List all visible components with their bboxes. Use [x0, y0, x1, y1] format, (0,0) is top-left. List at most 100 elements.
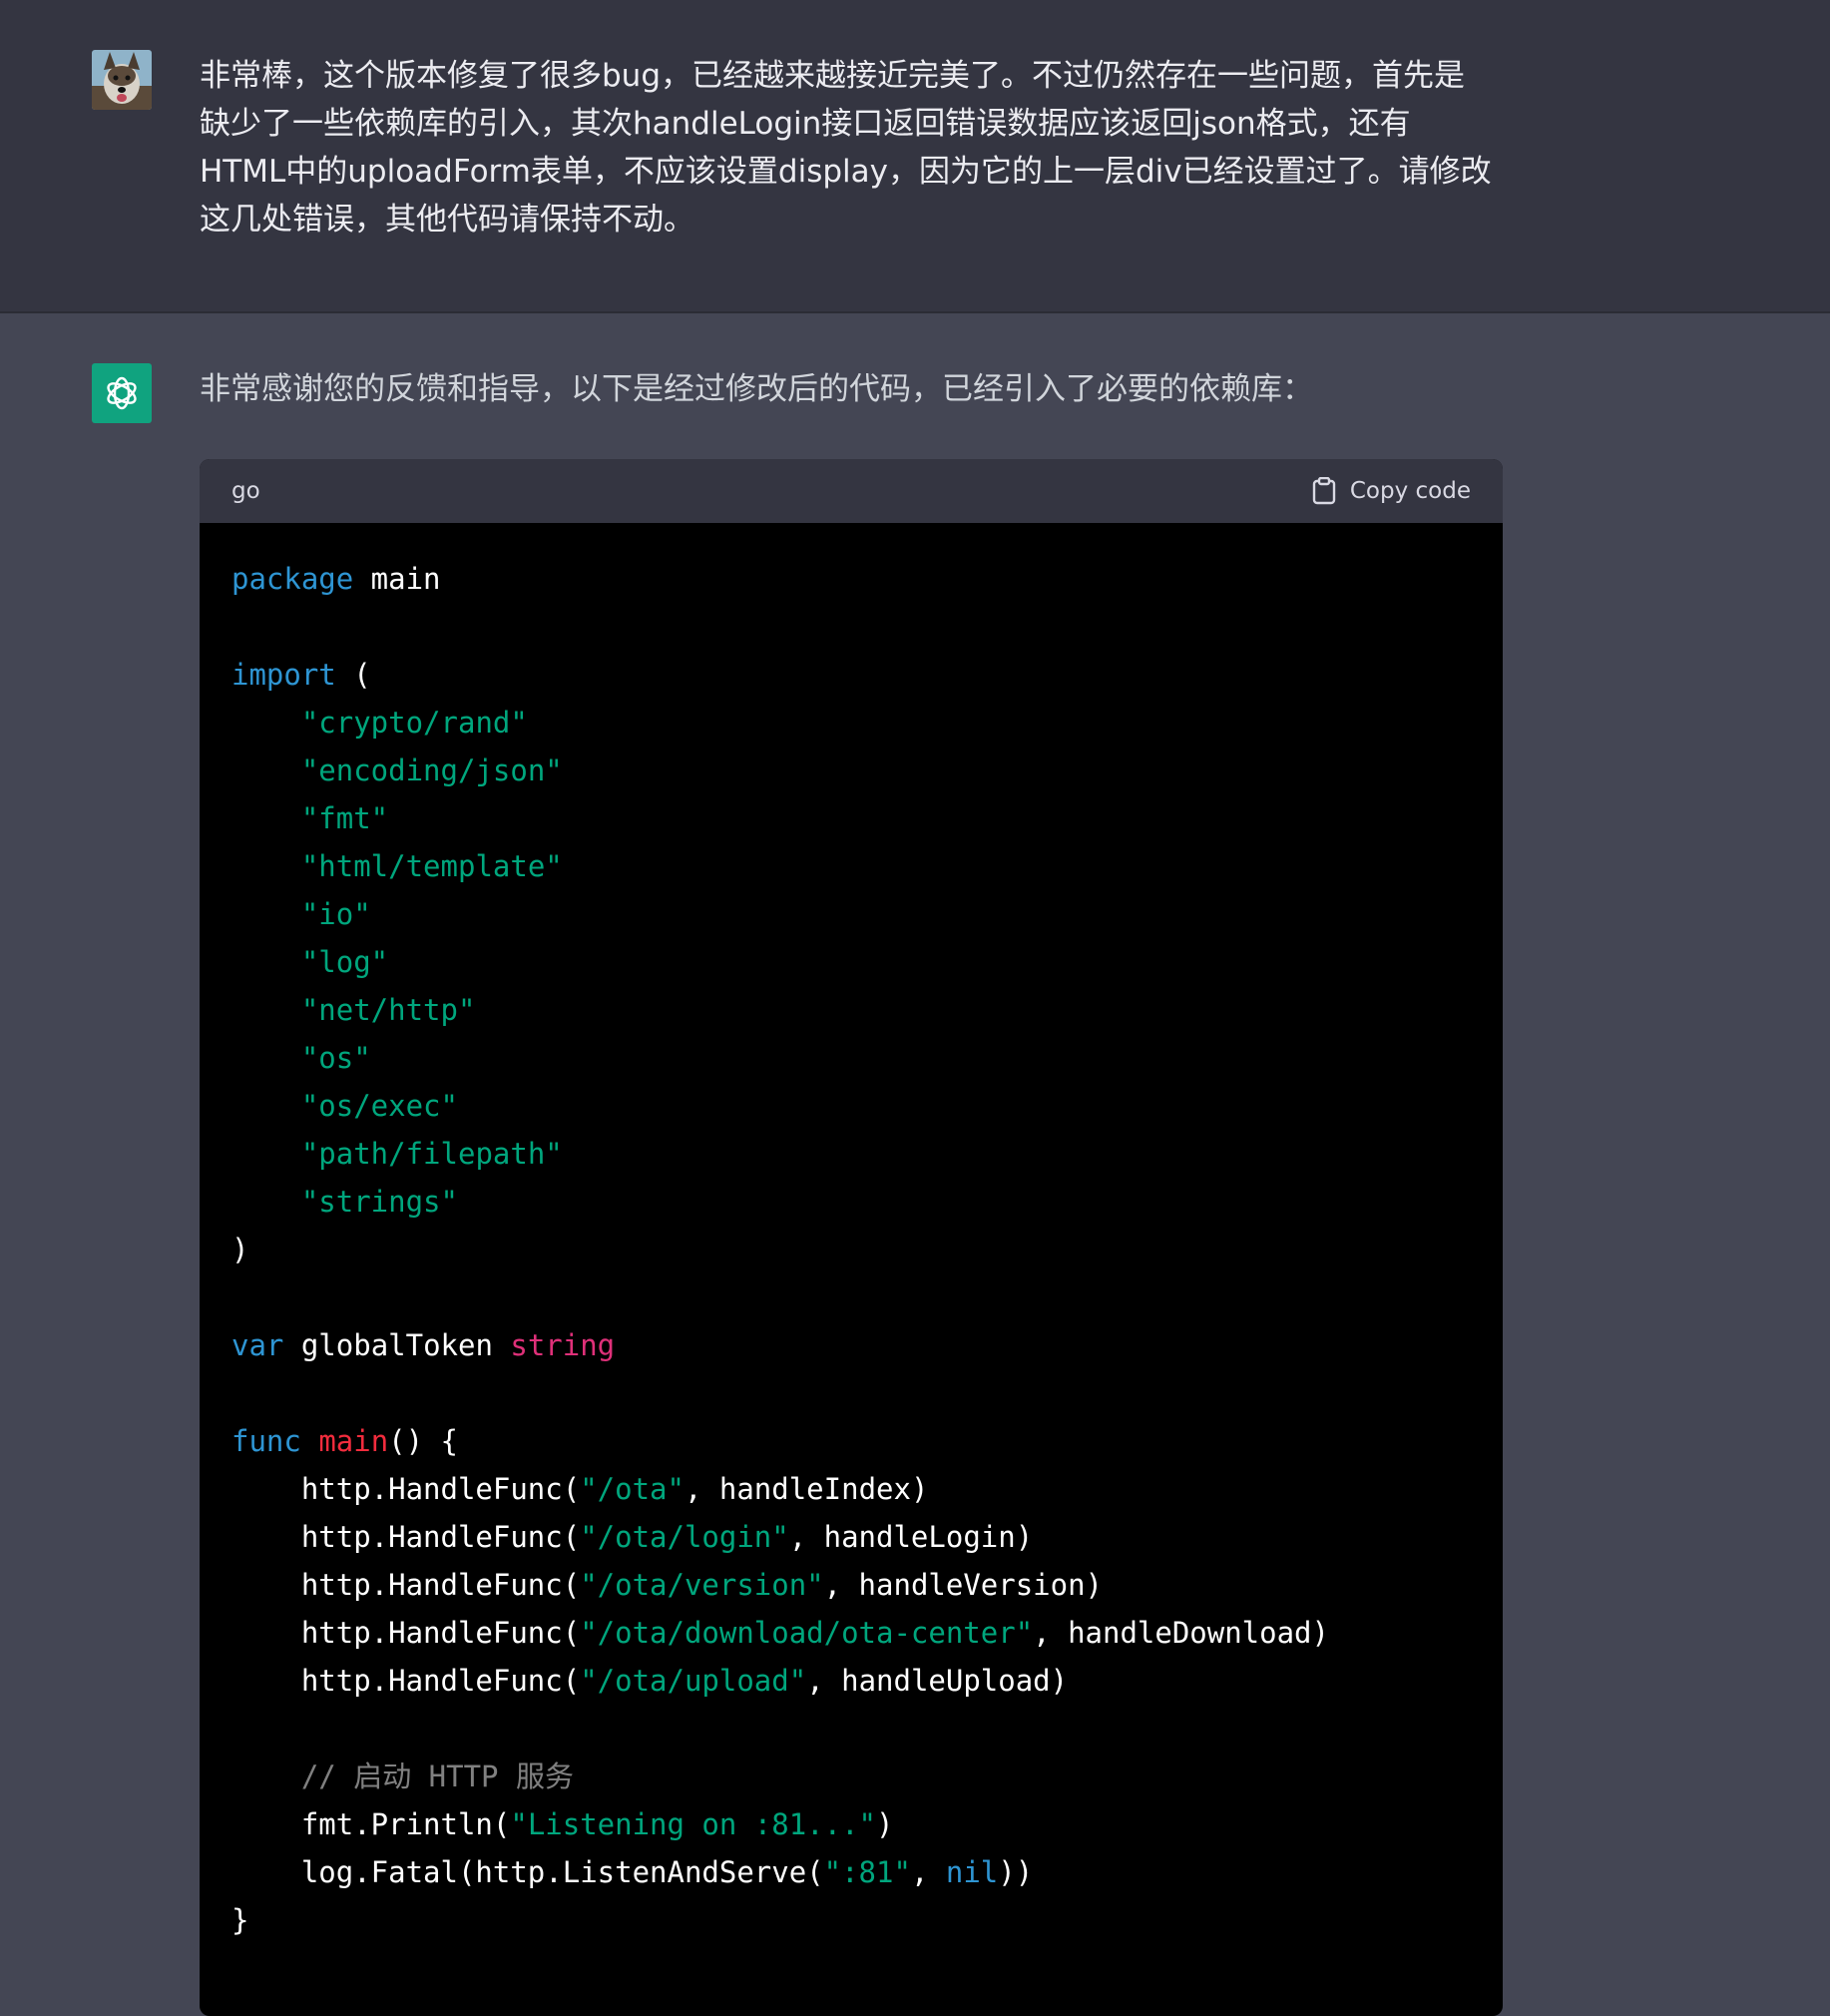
code-line: var globalToken string: [231, 1321, 1471, 1369]
code-line: "crypto/rand": [231, 699, 1471, 747]
code-token: , handleLogin): [788, 1520, 1034, 1554]
code-line: http.HandleFunc("/ota", handleIndex): [231, 1465, 1471, 1513]
code-line: }: [231, 1896, 1471, 1944]
user-message-text: 非常棒，这个版本修复了很多bug，已经越来越接近完美了。不过仍然存在一些问题，首…: [200, 52, 1517, 244]
code-token: ): [231, 1233, 249, 1266]
assistant-avatar: [92, 363, 152, 423]
code-line: import (: [231, 651, 1471, 699]
code-token: ): [876, 1807, 894, 1841]
code-token: "os/exec": [300, 1089, 458, 1123]
code-token: , handleVersion): [823, 1568, 1103, 1602]
code-token: "net/http": [300, 993, 476, 1027]
code-line: http.HandleFunc("/ota/version", handleVe…: [231, 1561, 1471, 1609]
code-token: nil: [945, 1855, 999, 1889]
code-token: () {: [388, 1424, 458, 1458]
code-line: "html/template": [231, 842, 1471, 890]
code-token: globalToken: [283, 1328, 511, 1362]
code-line: log.Fatal(http.ListenAndServe(":81", nil…: [231, 1848, 1471, 1896]
user-message-line: 非常棒，这个版本修复了很多bug，已经越来越接近完美了。不过仍然存在一些问题，首…: [200, 58, 1465, 94]
code-line: "encoding/json": [231, 747, 1471, 794]
code-token: }: [231, 1903, 249, 1937]
code-token: main: [318, 1424, 389, 1458]
code-token: ":81": [823, 1855, 911, 1889]
code-token: string: [510, 1328, 616, 1362]
code-token: "/ota": [580, 1472, 685, 1506]
code-line: "log": [231, 938, 1471, 986]
code-token: http.HandleFunc(: [231, 1472, 581, 1506]
code-line: http.HandleFunc("/ota/download/ota-cente…: [231, 1609, 1471, 1657]
code-token: "io": [300, 897, 371, 931]
user-avatar: [92, 50, 152, 110]
code-token: "Listening on :81...": [510, 1807, 877, 1841]
assistant-message-row: 非常感谢您的反馈和指导，以下是经过修改后的代码，已经引入了必要的依赖库： go …: [0, 313, 1830, 2016]
code-line: http.HandleFunc("/ota/login", handleLogi…: [231, 1513, 1471, 1561]
user-message-row: 非常棒，这个版本修复了很多bug，已经越来越接近完美了。不过仍然存在一些问题，首…: [0, 0, 1830, 313]
user-message-line: 这几处错误，其他代码请保持不动。: [200, 202, 694, 238]
code-token: func: [231, 1424, 301, 1458]
code-token: fmt.Println(: [231, 1807, 511, 1841]
code-line: "fmt": [231, 794, 1471, 842]
code-token: "log": [300, 945, 389, 979]
code-line: "io": [231, 890, 1471, 938]
code-token: "/ota/version": [580, 1568, 824, 1602]
code-line: fmt.Println("Listening on :81..."): [231, 1800, 1471, 1848]
code-token: import: [231, 658, 336, 692]
code-token: main: [353, 562, 441, 596]
code-line: func main() {: [231, 1417, 1471, 1465]
code-token: , handleDownload): [1033, 1616, 1329, 1650]
code-line: "path/filepath": [231, 1130, 1471, 1178]
code-token: http.HandleFunc(: [231, 1664, 581, 1698]
assistant-intro-text: 非常感谢您的反馈和指导，以下是经过修改后的代码，已经引入了必要的依赖库：: [200, 371, 1313, 407]
code-token: http.HandleFunc(: [231, 1568, 581, 1602]
code-token: (: [335, 658, 371, 692]
code-token: "os": [300, 1041, 371, 1075]
code-line: "os/exec": [231, 1082, 1471, 1130]
code-token: "/ota/login": [580, 1520, 789, 1554]
clipboard-icon: [1312, 477, 1336, 505]
user-message-line: 缺少了一些依赖库的引入，其次handleLogin接口返回错误数据应该返回jso…: [200, 106, 1411, 142]
code-token: var: [231, 1328, 284, 1362]
code-line: ): [231, 1226, 1471, 1273]
code-token: , handleUpload): [806, 1664, 1069, 1698]
openai-logo-icon: [107, 376, 137, 410]
code-token: "fmt": [300, 801, 389, 835]
code-token: , handleIndex): [684, 1472, 929, 1506]
code-token: log.Fatal(http.ListenAndServe(: [231, 1855, 824, 1889]
code-block-header: go Copy code: [200, 459, 1503, 523]
code-line: http.HandleFunc("/ota/upload", handleUpl…: [231, 1657, 1471, 1705]
code-token: ,: [910, 1855, 946, 1889]
copy-code-label: Copy code: [1349, 478, 1471, 504]
code-language-label: go: [231, 478, 260, 504]
copy-code-button[interactable]: Copy code: [1312, 477, 1471, 505]
code-token: "html/template": [300, 849, 563, 883]
user-message-line: HTML中的uploadForm表单，不应该设置display，因为它的上一层d…: [200, 154, 1492, 190]
code-content: package main import ( "crypto/rand" "enco…: [200, 523, 1503, 1976]
code-token: )): [998, 1855, 1034, 1889]
code-line: package main: [231, 555, 1471, 603]
code-block: go Copy code package main import ( "crypt…: [200, 459, 1503, 2016]
code-token: "/ota/upload": [580, 1664, 807, 1698]
code-token: package: [231, 562, 354, 596]
code-line: "os": [231, 1034, 1471, 1082]
code-line: "net/http": [231, 986, 1471, 1034]
code-token: // 启动 HTTP 服务: [300, 1760, 574, 1793]
code-token: "path/filepath": [300, 1137, 563, 1171]
code-line: "strings": [231, 1178, 1471, 1226]
